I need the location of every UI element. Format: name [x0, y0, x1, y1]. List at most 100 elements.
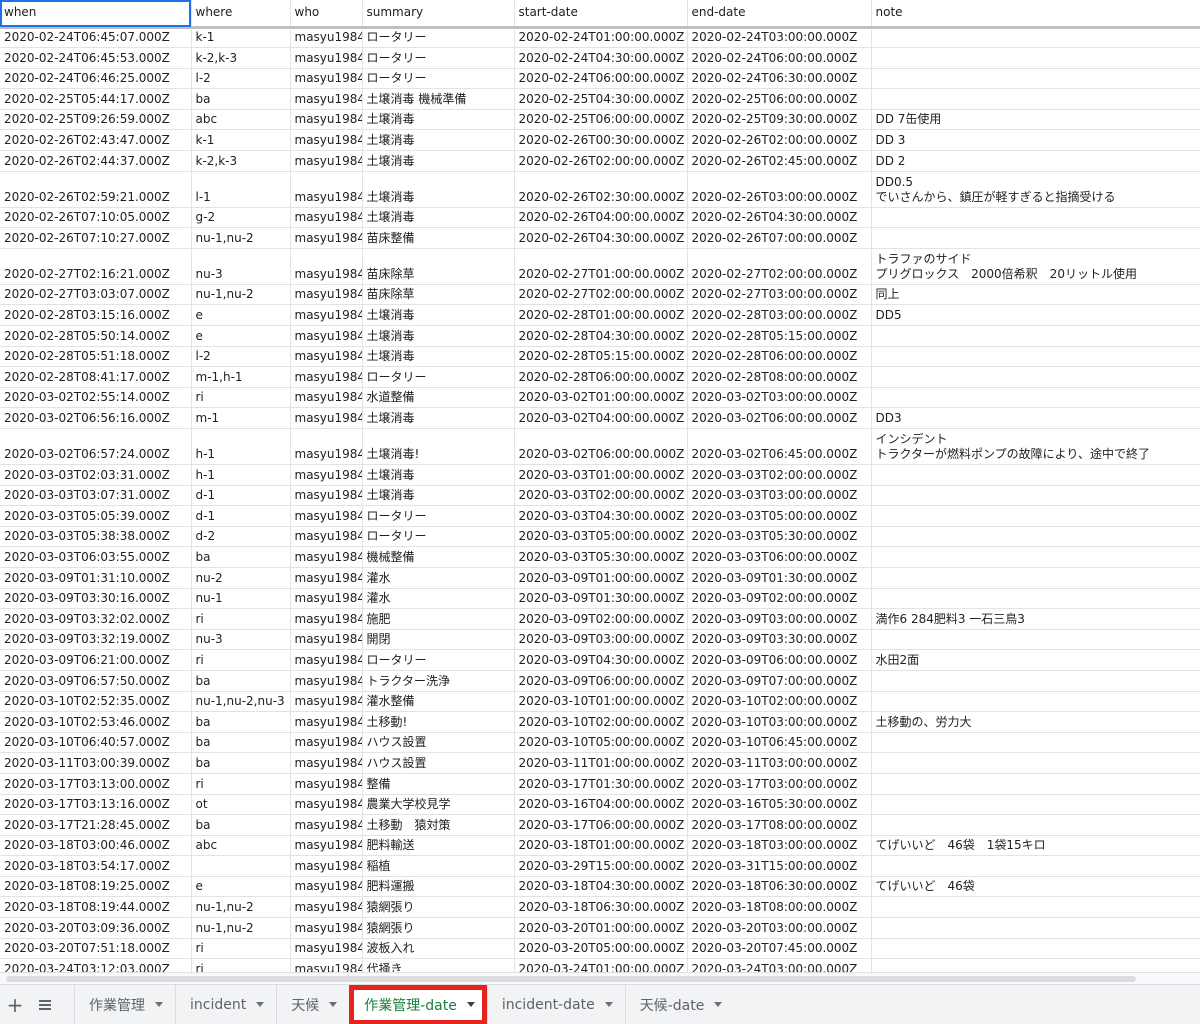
cell-when[interactable]: 2020-03-24T03:12:03.000Z: [0, 958, 192, 972]
cell-where[interactable]: abc: [191, 835, 291, 857]
cell-note[interactable]: [871, 896, 1200, 919]
cell-note[interactable]: [871, 464, 1200, 486]
cell-when[interactable]: 2020-02-24T06:46:25.000Z: [0, 68, 192, 90]
cell-who[interactable]: masyu1984: [290, 366, 363, 388]
cell-who[interactable]: masyu1984: [290, 407, 363, 429]
cell-when[interactable]: 2020-03-03T05:05:39.000Z: [0, 505, 192, 527]
cell-summary[interactable]: 土壌消毒: [362, 304, 515, 327]
cell-summary[interactable]: 肥料運搬: [362, 876, 515, 898]
cell-when[interactable]: 2020-03-10T06:40:57.000Z: [0, 732, 192, 754]
cell-start-date[interactable]: 2020-03-09T01:30:00.000Z: [514, 588, 688, 610]
cell-end-date[interactable]: 2020-02-24T06:30:00.000Z: [687, 68, 872, 90]
cell-who[interactable]: masyu1984: [290, 150, 363, 172]
cell-end-date[interactable]: 2020-02-28T05:15:00.000Z: [687, 325, 872, 347]
cell-when[interactable]: 2020-02-28T05:51:18.000Z: [0, 346, 192, 368]
cell-who[interactable]: masyu1984: [290, 629, 363, 651]
cell-start-date[interactable]: 2020-03-09T01:00:00.000Z: [514, 567, 688, 589]
cell-start-date[interactable]: 2020-02-28T05:15:00.000Z: [514, 346, 688, 368]
cell-end-date[interactable]: 2020-02-24T06:00:00.000Z: [687, 47, 872, 69]
cell-start-date[interactable]: 2020-02-26T02:30:00.000Z: [514, 171, 688, 208]
cell-who[interactable]: masyu1984: [290, 732, 363, 754]
cell-when[interactable]: 2020-03-11T03:00:39.000Z: [0, 752, 192, 774]
cell-where[interactable]: d-1: [191, 485, 291, 507]
cell-where[interactable]: h-1: [191, 428, 291, 465]
cell-start-date[interactable]: 2020-03-17T06:00:00.000Z: [514, 814, 688, 836]
cell-when[interactable]: 2020-03-09T03:32:02.000Z: [0, 608, 192, 630]
cell-start-date[interactable]: 2020-03-11T01:00:00.000Z: [514, 752, 688, 774]
cell-end-date[interactable]: 2020-02-27T02:00:00.000Z: [687, 248, 872, 285]
cell-note[interactable]: DD3: [871, 407, 1200, 429]
cell-who[interactable]: masyu1984: [290, 670, 363, 692]
cell-end-date[interactable]: 2020-03-20T03:00:00.000Z: [687, 917, 872, 939]
header-cell-start-date[interactable]: start-date: [514, 0, 688, 29]
cell-where[interactable]: nu-1,nu-2: [191, 227, 291, 249]
header-cell-summary[interactable]: summary: [362, 0, 515, 29]
cell-when[interactable]: 2020-02-28T08:41:17.000Z: [0, 366, 192, 388]
cell-who[interactable]: masyu1984: [290, 387, 363, 409]
cell-who[interactable]: masyu1984: [290, 505, 363, 527]
cell-when[interactable]: 2020-03-18T08:19:44.000Z: [0, 896, 192, 919]
cell-end-date[interactable]: 2020-03-11T03:00:00.000Z: [687, 752, 872, 774]
cell-note[interactable]: [871, 325, 1200, 347]
cell-when[interactable]: 2020-03-17T03:13:16.000Z: [0, 794, 192, 816]
cell-start-date[interactable]: 2020-03-24T01:00:00.000Z: [514, 958, 688, 972]
cell-where[interactable]: abc: [191, 109, 291, 131]
cell-end-date[interactable]: 2020-03-09T03:30:00.000Z: [687, 629, 872, 651]
cell-start-date[interactable]: 2020-03-03T05:00:00.000Z: [514, 526, 688, 548]
cell-when[interactable]: 2020-02-28T05:50:14.000Z: [0, 325, 192, 347]
cell-summary[interactable]: 苗床整備: [362, 227, 515, 249]
cell-end-date[interactable]: 2020-02-25T06:00:00.000Z: [687, 88, 872, 110]
cell-who[interactable]: masyu1984: [290, 896, 363, 919]
horizontal-scrollbar[interactable]: [0, 972, 1200, 984]
cell-start-date[interactable]: 2020-02-24T01:00:00.000Z: [514, 27, 688, 49]
cell-where[interactable]: m-1: [191, 407, 291, 429]
cell-start-date[interactable]: 2020-03-18T06:30:00.000Z: [514, 896, 688, 919]
cell-summary[interactable]: ロータリー: [362, 649, 515, 671]
cell-start-date[interactable]: 2020-02-27T02:00:00.000Z: [514, 284, 688, 306]
cell-end-date[interactable]: 2020-03-09T01:30:00.000Z: [687, 567, 872, 589]
sheet-list-icon[interactable]: [30, 985, 60, 1024]
spreadsheet-grid[interactable]: when where who summary start-date end-da…: [0, 0, 1200, 972]
cell-when[interactable]: 2020-02-28T03:15:16.000Z: [0, 304, 192, 327]
cell-note[interactable]: DD0.5 でいさんから、鎮圧が軽すぎると指摘受ける: [871, 171, 1200, 208]
cell-summary[interactable]: 代掻き: [362, 958, 515, 972]
cell-summary[interactable]: 土壌消毒 機械準備: [362, 88, 515, 110]
cell-summary[interactable]: ロータリー: [362, 47, 515, 69]
cell-end-date[interactable]: 2020-03-09T03:00:00.000Z: [687, 608, 872, 630]
cell-end-date[interactable]: 2020-02-28T06:00:00.000Z: [687, 346, 872, 368]
cell-who[interactable]: masyu1984: [290, 171, 363, 208]
cell-summary[interactable]: ハウス設置: [362, 752, 515, 774]
caret-down-icon[interactable]: [155, 1002, 163, 1007]
cell-who[interactable]: masyu1984: [290, 855, 363, 877]
cell-who[interactable]: masyu1984: [290, 835, 363, 857]
cell-when[interactable]: 2020-03-18T03:54:17.000Z: [0, 855, 192, 877]
header-cell-end-date[interactable]: end-date: [687, 0, 872, 29]
cell-who[interactable]: masyu1984: [290, 608, 363, 630]
cell-when[interactable]: 2020-03-02T06:56:16.000Z: [0, 407, 192, 429]
cell-note[interactable]: 同上: [871, 284, 1200, 306]
cell-end-date[interactable]: 2020-03-09T07:00:00.000Z: [687, 670, 872, 692]
cell-note[interactable]: てげいいど 46袋 1袋15キロ: [871, 835, 1200, 857]
cell-end-date[interactable]: 2020-03-16T05:30:00.000Z: [687, 794, 872, 816]
cell-note[interactable]: インシデント トラクターが燃料ポンプの故障により、途中で終了: [871, 428, 1200, 465]
cell-who[interactable]: masyu1984: [290, 68, 363, 90]
caret-down-icon[interactable]: [714, 1002, 723, 1007]
cell-summary[interactable]: 土移動!: [362, 711, 515, 733]
cell-where[interactable]: ba: [191, 546, 291, 568]
cell-summary[interactable]: 水道整備: [362, 387, 515, 409]
cell-where[interactable]: ba: [191, 752, 291, 774]
cell-summary[interactable]: 土壌消毒: [362, 485, 515, 507]
cell-start-date[interactable]: 2020-02-25T06:00:00.000Z: [514, 109, 688, 131]
cell-note[interactable]: DD 2: [871, 150, 1200, 172]
cell-when[interactable]: 2020-02-26T02:44:37.000Z: [0, 150, 192, 172]
cell-when[interactable]: 2020-02-25T09:26:59.000Z: [0, 109, 192, 131]
cell-start-date[interactable]: 2020-03-09T04:30:00.000Z: [514, 649, 688, 671]
cell-who[interactable]: masyu1984: [290, 346, 363, 368]
cell-note[interactable]: 満作6 284肥料3 一石三鳥3: [871, 608, 1200, 630]
cell-who[interactable]: masyu1984: [290, 876, 363, 898]
cell-summary[interactable]: 猿網張り: [362, 917, 515, 939]
sheet-tab[interactable]: incident: [175, 984, 277, 1024]
cell-where[interactable]: ba: [191, 814, 291, 836]
header-cell-note[interactable]: note: [871, 0, 1200, 29]
cell-end-date[interactable]: 2020-02-27T03:00:00.000Z: [687, 284, 872, 306]
